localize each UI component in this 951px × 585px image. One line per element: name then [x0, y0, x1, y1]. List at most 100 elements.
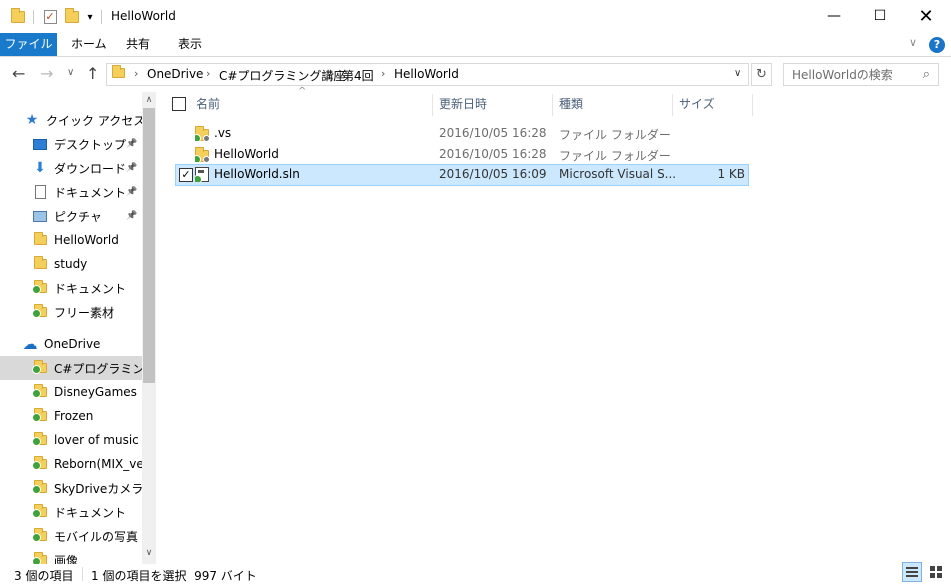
- nav-onedrive[interactable]: ☁ OneDrive: [0, 332, 142, 356]
- ribbon-tabs: ファイル ホーム 共有 表示 ∨ ?: [0, 33, 951, 57]
- scroll-down-icon[interactable]: ∨: [142, 548, 156, 558]
- nav-item-onedrive-5[interactable]: SkyDriveカメラロール: [0, 476, 142, 500]
- search-box[interactable]: ⌕: [783, 63, 939, 86]
- nav-item-quick-5[interactable]: study: [0, 252, 142, 276]
- solution-file-icon: [195, 167, 209, 182]
- divider: [82, 567, 83, 581]
- refresh-icon[interactable]: ↻: [751, 63, 772, 86]
- nav-item-quick-7[interactable]: フリー素材: [0, 300, 142, 324]
- column-name[interactable]: 名前: [190, 92, 430, 116]
- address-bar[interactable]: › OneDrive › C#プログラミング講座 › 第4回 › HelloWo…: [106, 63, 749, 86]
- document-icon: [32, 184, 48, 200]
- minimize-button[interactable]: —: [811, 0, 857, 32]
- large-icons-view-button[interactable]: [926, 562, 946, 582]
- folder-icon: [112, 65, 125, 78]
- expand-ribbon-chevron-icon[interactable]: ∨: [909, 36, 917, 49]
- back-arrow-icon[interactable]: ←: [12, 64, 25, 83]
- close-button[interactable]: ✕: [903, 0, 949, 32]
- divider: [101, 10, 102, 24]
- folder-icon: [31, 384, 48, 400]
- nav-item-onedrive-2[interactable]: Frozen: [0, 404, 142, 428]
- folder-icon: [31, 528, 48, 544]
- column-date[interactable]: 更新日時: [433, 92, 551, 116]
- nav-item-quick-2[interactable]: ドキュメント 📌: [0, 180, 142, 204]
- tab-home[interactable]: ホーム: [61, 33, 117, 56]
- pin-icon[interactable]: 📌: [126, 187, 137, 197]
- chevron-right-icon[interactable]: ›: [206, 67, 210, 80]
- folder-icon: [31, 360, 48, 376]
- search-input[interactable]: [792, 64, 912, 85]
- nav-item-onedrive-1[interactable]: DisneyGames: [0, 380, 142, 404]
- customize-toolbar-icon[interactable]: ▾: [84, 8, 96, 26]
- navigation-pane: ★ クイック アクセス デスクトップ 📌 ⬇ ダウンロード 📌 ドキュメント 📌 ピクチャ 📌 Hel…: [0, 92, 156, 564]
- breadcrumb-helloworld[interactable]: HelloWorld: [394, 67, 459, 81]
- tab-share[interactable]: 共有: [116, 33, 160, 56]
- folder-icon: [195, 147, 209, 162]
- file-row[interactable]: HelloWorld 2016/10/05 16:28 ファイル フォルダー: [175, 144, 749, 166]
- nav-item-quick-6[interactable]: ドキュメント: [0, 276, 142, 300]
- column-size[interactable]: サイズ: [673, 92, 751, 116]
- pin-icon[interactable]: 📌: [126, 211, 137, 221]
- nav-item-label: クイック アクセス: [46, 113, 142, 128]
- breadcrumb-csharp-course[interactable]: C#プログラミング講座: [219, 67, 345, 84]
- nav-item-quick-0[interactable]: デスクトップ 📌: [0, 132, 142, 156]
- tab-view[interactable]: 表示: [168, 33, 212, 56]
- chevron-right-icon[interactable]: ›: [330, 67, 334, 80]
- star-icon: ★: [25, 112, 39, 128]
- pin-icon[interactable]: 📌: [126, 163, 137, 173]
- folder-icon: [31, 456, 48, 472]
- nav-quick-access[interactable]: ★ クイック アクセス: [0, 108, 142, 132]
- search-icon[interactable]: ⌕: [923, 67, 930, 82]
- breadcrumb-onedrive[interactable]: OneDrive: [147, 67, 203, 81]
- file-type: Microsoft Visual S...: [559, 167, 677, 181]
- forward-arrow-icon[interactable]: →: [40, 64, 53, 83]
- breadcrumb-lesson4[interactable]: 第4回: [342, 67, 374, 84]
- chevron-right-icon[interactable]: ›: [381, 67, 385, 80]
- nav-item-label: HelloWorld: [54, 233, 119, 247]
- file-row-selected[interactable]: ✓ HelloWorld.sln 2016/10/05 16:09 Micros…: [175, 164, 749, 186]
- nav-item-label: ドキュメント: [54, 185, 127, 200]
- nav-item-onedrive-8[interactable]: 画像: [0, 548, 142, 564]
- new-folder-icon[interactable]: [64, 8, 80, 26]
- large-icons-view-icon: [930, 566, 942, 578]
- nav-item-quick-4[interactable]: HelloWorld: [0, 228, 142, 252]
- up-arrow-icon[interactable]: ↑: [86, 64, 99, 83]
- folder-icon: [31, 280, 48, 296]
- details-view-button[interactable]: [902, 562, 922, 582]
- nav-item-onedrive-3[interactable]: lover of music: [0, 428, 142, 452]
- nav-item-quick-1[interactable]: ⬇ ダウンロード 📌: [0, 156, 142, 180]
- address-row: ← → ∨ ↑ › OneDrive › C#プログラミング講座 › 第4回 ›…: [0, 58, 951, 90]
- file-type: ファイル フォルダー: [559, 128, 671, 142]
- nav-item-onedrive-4[interactable]: Reborn(MIX_ver): [0, 452, 142, 476]
- folder-icon: [31, 480, 48, 496]
- file-row[interactable]: .vs 2016/10/05 16:28 ファイル フォルダー: [175, 123, 749, 145]
- maximize-button[interactable]: ☐: [857, 0, 903, 32]
- onedrive-cloud-icon: ☁: [22, 335, 38, 353]
- address-dropdown-chevron-icon[interactable]: ∨: [734, 68, 741, 79]
- nav-item-onedrive-6[interactable]: ドキュメント: [0, 500, 142, 524]
- recent-locations-chevron-icon[interactable]: ∨: [67, 67, 74, 78]
- column-divider[interactable]: [752, 94, 753, 116]
- chevron-right-icon[interactable]: ›: [134, 67, 138, 80]
- nav-item-label: C#プログラミング講座: [54, 361, 142, 376]
- file-date: 2016/10/05 16:28: [439, 147, 547, 161]
- column-type[interactable]: 種類: [553, 92, 671, 116]
- nav-item-onedrive-7[interactable]: モバイルの写真: [0, 524, 142, 548]
- pin-icon[interactable]: 📌: [126, 139, 137, 149]
- file-name: .vs: [214, 126, 232, 140]
- nav-item-label: ダウンロード: [54, 161, 127, 176]
- row-checkbox[interactable]: ✓: [179, 168, 193, 182]
- nav-item-quick-3[interactable]: ピクチャ 📌: [0, 204, 142, 228]
- download-icon: ⬇: [34, 160, 46, 176]
- properties-check-icon[interactable]: ✓: [42, 8, 58, 26]
- folder-icon: [31, 504, 48, 520]
- tab-file[interactable]: ファイル: [0, 33, 57, 56]
- nav-item-onedrive-0[interactable]: C#プログラミング講座: [0, 356, 142, 380]
- nav-item-label: OneDrive: [44, 337, 101, 351]
- folder-icon: [32, 232, 48, 248]
- nav-scrollbar-thumb[interactable]: [143, 108, 155, 383]
- scroll-up-icon[interactable]: ∧: [142, 95, 156, 105]
- folder-icon: [195, 126, 209, 141]
- file-name: HelloWorld: [214, 147, 279, 161]
- help-icon[interactable]: ?: [929, 37, 945, 53]
